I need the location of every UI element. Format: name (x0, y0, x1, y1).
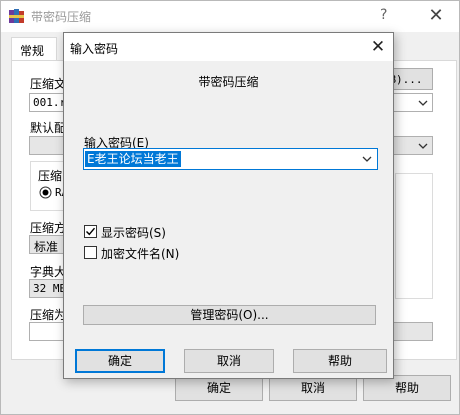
password-input-value: E老王论坛当老王 (85, 151, 181, 167)
show-password-checkbox[interactable] (84, 225, 97, 238)
browse-button-label: B)... (389, 73, 423, 86)
set-password-button[interactable] (393, 322, 433, 341)
password-dialog-titlebar[interactable]: 输入密码 ✕ (64, 33, 393, 61)
update-mode-select[interactable] (393, 136, 433, 155)
archive-options-group (395, 173, 433, 299)
help-icon[interactable]: ? (380, 7, 387, 23)
dictionary-size-value: 32 MB (33, 282, 67, 295)
main-window-title: 带密码压缩 (31, 10, 92, 24)
compression-method-value: 标准 (34, 240, 59, 254)
archive-name-label: 压缩文 (30, 77, 67, 91)
chevron-down-icon[interactable] (360, 151, 374, 167)
default-profile-label: 默认配 (30, 121, 67, 135)
main-close-icon[interactable]: ✕ (421, 4, 451, 28)
winrar-books-icon (9, 9, 24, 23)
password-dialog-heading: 带密码压缩 (198, 75, 259, 89)
password-ok-button[interactable]: 确定 (75, 349, 165, 373)
radio-selected-icon[interactable] (39, 186, 52, 199)
encrypt-filenames-checkbox[interactable] (84, 246, 97, 259)
tab-general[interactable]: 常规 (11, 37, 57, 61)
show-password-label: 显示密码(S) (101, 226, 166, 240)
chevron-down-icon (418, 100, 428, 106)
password-input[interactable]: E老王论坛当老王 (83, 148, 378, 170)
manage-passwords-button[interactable]: 管理密码(O)... (83, 305, 376, 325)
password-help-button[interactable]: 帮助 (293, 349, 387, 373)
password-dialog: 输入密码 ✕ 带密码压缩 输入密码(E) E老王论坛当老王 显示密码(S) 加密… (63, 32, 394, 379)
archive-format-label: 压缩 (38, 169, 63, 183)
password-cancel-button[interactable]: 取消 (184, 349, 274, 373)
compression-method-label: 压缩方 (30, 221, 67, 235)
password-dialog-title: 输入密码 (70, 42, 119, 56)
password-dialog-button-bar: 确定 取消 帮助 (64, 340, 393, 378)
split-volume-label: 压缩为 (30, 308, 67, 322)
checkmark-icon (86, 227, 96, 236)
dictionary-size-label: 字典大 (30, 265, 67, 279)
archive-name-dropdown[interactable] (393, 93, 433, 112)
chevron-down-icon (418, 143, 428, 149)
password-dialog-close-icon[interactable]: ✕ (364, 35, 392, 59)
main-titlebar[interactable]: 带密码压缩 ? ✕ (1, 1, 459, 32)
encrypt-filenames-label: 加密文件名(N) (101, 247, 180, 261)
